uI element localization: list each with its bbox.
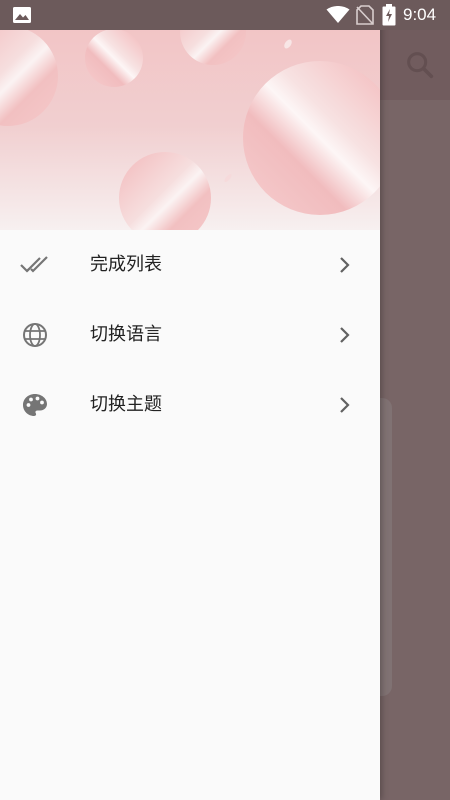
- menu-item-switch-theme[interactable]: 切换主题: [0, 370, 380, 440]
- chevron-right-icon: [340, 327, 350, 343]
- status-time: 9:04: [403, 5, 437, 24]
- no-sim-icon: [356, 5, 374, 25]
- double-check-icon: [20, 256, 48, 273]
- chevron-right-icon: [340, 397, 350, 413]
- status-bar: 9:04: [0, 0, 450, 30]
- drawer-header-image: [0, 0, 380, 230]
- menu-item-label: 切换主题: [90, 394, 162, 415]
- drawer-menu: 完成列表 切换语言 切换主题: [0, 230, 380, 440]
- navigation-drawer: 完成列表 切换语言 切换主题: [0, 0, 380, 800]
- menu-item-label: 切换语言: [90, 324, 162, 345]
- chevron-right-icon: [340, 257, 350, 273]
- menu-item-label: 完成列表: [90, 254, 162, 275]
- battery-charging-icon: [382, 4, 396, 26]
- menu-item-completed-list[interactable]: 完成列表: [0, 230, 380, 300]
- menu-item-switch-language[interactable]: 切换语言: [0, 300, 380, 370]
- image-notification-icon: [13, 7, 31, 23]
- globe-icon: [23, 323, 47, 347]
- wifi-icon: [326, 6, 350, 23]
- palette-icon: [23, 394, 47, 416]
